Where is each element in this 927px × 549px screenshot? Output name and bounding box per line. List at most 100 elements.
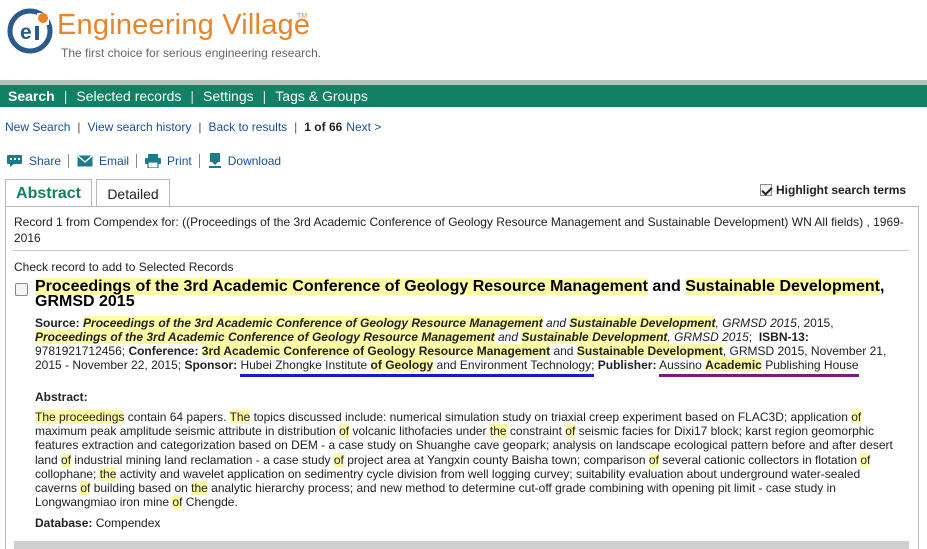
nav-tags-groups[interactable]: Tags & Groups <box>275 88 368 104</box>
engineering-village-logo-icon[interactable]: e <box>7 8 53 54</box>
highlight-search-terms-toggle[interactable]: Highlight search terms <box>760 183 906 197</box>
abstract-segment: contain 64 papers. <box>124 410 230 424</box>
source-highlight: Sustainable Development <box>569 316 716 330</box>
highlight-checkbox[interactable] <box>760 184 772 196</box>
publisher-text: Aussino <box>659 358 706 372</box>
tab-divider <box>5 206 919 207</box>
source-text: and <box>494 330 522 344</box>
record-actions: Share Email Print Download <box>6 153 281 169</box>
source-text: , GRMSD 2015 <box>667 330 749 344</box>
nav-separator: | <box>190 88 195 104</box>
conference-label: Conference: <box>128 344 199 358</box>
abstract-segment: industrial mining land reclamation - a c… <box>71 452 334 467</box>
sponsor-value: Hubei Zhongke Institute of Geology and E… <box>240 358 595 377</box>
share-button[interactable]: Share <box>6 154 61 168</box>
abstract-highlight: the <box>99 466 117 481</box>
print-label: Print <box>167 154 192 168</box>
logo-trademark: TM <box>297 13 308 20</box>
abstract-segment: building based on <box>90 481 192 496</box>
nav-separator: | <box>262 88 267 104</box>
source-value: Proceedings of the 3rd Academic Conferen… <box>35 330 749 344</box>
abstract-segment: collophane; <box>35 466 100 481</box>
abstract-highlight: of <box>339 424 350 439</box>
select-record-checkbox[interactable] <box>15 283 28 296</box>
source-highlight: Proceedings of the 3rd Academic Conferen… <box>35 330 495 344</box>
nav-search[interactable]: Search <box>8 88 55 104</box>
nav-settings[interactable]: Settings <box>203 88 254 104</box>
publisher-text: Publishing House <box>761 358 859 372</box>
abstract-highlight: of <box>851 410 862 424</box>
abstract-highlight: The proceedings <box>35 410 125 424</box>
abstract-heading: Abstract: <box>35 390 88 404</box>
source-text: ; <box>748 330 753 344</box>
tab-abstract[interactable]: Abstract <box>5 179 92 207</box>
abstract-segment: project area at Yangxin county Baisha to… <box>343 452 649 467</box>
database-value: Compendex <box>95 516 161 530</box>
back-to-results-link[interactable]: Back to results <box>208 120 287 134</box>
publisher-value: Aussino Academic Publishing House <box>659 358 859 377</box>
download-icon <box>208 153 221 168</box>
source-value: Proceedings of the 3rd Academic Conferen… <box>83 316 797 330</box>
share-label: Share <box>29 154 62 168</box>
logo-title[interactable]: Engineering Village <box>57 9 310 42</box>
source-label: Source: <box>35 316 80 330</box>
title-highlight: Sustainable Development <box>685 278 880 295</box>
print-button[interactable]: Print <box>145 154 192 168</box>
email-button[interactable]: Email <box>77 154 129 168</box>
abstract-highlight: of <box>333 452 344 467</box>
record-position: 1 of 66 <box>304 120 343 134</box>
subnav-separator: | <box>294 120 298 134</box>
abstract-highlight: the <box>489 424 507 439</box>
next-record-link[interactable]: Next > <box>346 120 381 134</box>
database-line: Database: Compendex <box>35 516 160 530</box>
sponsor-text: Hubei Zhongke Institute <box>240 358 371 372</box>
abstract-segment: several cationic collectors in flotation <box>658 452 861 467</box>
abstract-segment: maximum peak amplitude seismic attribute… <box>35 424 340 439</box>
database-label: Database: <box>35 516 93 530</box>
abstract-highlight: The <box>229 410 251 424</box>
abstract-segment: volcanic lithofacies under <box>349 424 490 439</box>
abstract-segment: topics discussed include: numerical simu… <box>250 410 852 424</box>
abstract-highlight: of <box>172 495 183 510</box>
isbn-label: ISBN-13: <box>758 330 809 344</box>
abstract-highlight: of <box>80 481 91 496</box>
conference-text: and <box>550 344 577 358</box>
abstract-highlight: of <box>648 452 659 467</box>
record-query-summary: Record 1 from Compendex for: ((Proceedin… <box>14 215 904 245</box>
bottom-divider <box>14 541 909 549</box>
source-text: and <box>542 316 570 330</box>
summary-divider <box>12 250 909 251</box>
abstract-highlight: of <box>860 452 871 467</box>
new-search-link[interactable]: New Search <box>5 120 70 134</box>
source-text: , GRMSD 2015 <box>715 316 797 330</box>
results-subnav: New Search | View search history | Back … <box>5 120 381 134</box>
conference-highlight: 3rd Academic Conference of Geology Resou… <box>201 344 551 358</box>
isbn-value: 9781921712456; <box>35 344 126 358</box>
title-text: and <box>647 278 686 295</box>
record-tabs: Abstract Detailed <box>5 179 170 207</box>
main-nav: Search | Selected records | Settings | T… <box>0 85 927 107</box>
download-label: Download <box>227 154 282 168</box>
action-separator <box>198 154 200 168</box>
highlight-label: Highlight search terms <box>776 183 907 197</box>
nav-selected-records[interactable]: Selected records <box>76 88 181 104</box>
tab-detailed[interactable]: Detailed <box>96 179 170 207</box>
print-icon <box>145 154 162 168</box>
download-button[interactable]: Download <box>208 153 281 169</box>
abstract-segment: Chengde. <box>182 495 238 510</box>
tagline: The first choice for serious engineering… <box>61 46 322 60</box>
abstract-highlight: the <box>191 481 208 496</box>
content-frame-right <box>918 206 919 549</box>
action-separator <box>68 154 70 168</box>
email-icon <box>77 155 93 167</box>
abstract-segment: constraint <box>506 424 566 439</box>
sponsor-text: and Environment Technology; <box>433 358 595 372</box>
subnav-separator: | <box>77 120 81 134</box>
sponsor-highlight: of Geology <box>370 358 434 372</box>
abstract-highlight: of <box>565 424 576 439</box>
subnav-separator: | <box>198 120 202 134</box>
view-search-history-link[interactable]: View search history <box>88 120 192 134</box>
source-highlight: Sustainable Development <box>521 330 668 344</box>
record-title[interactable]: Proceedings of the 3rd Academic Conferen… <box>35 278 905 310</box>
publisher-label: Publisher: <box>597 358 657 372</box>
